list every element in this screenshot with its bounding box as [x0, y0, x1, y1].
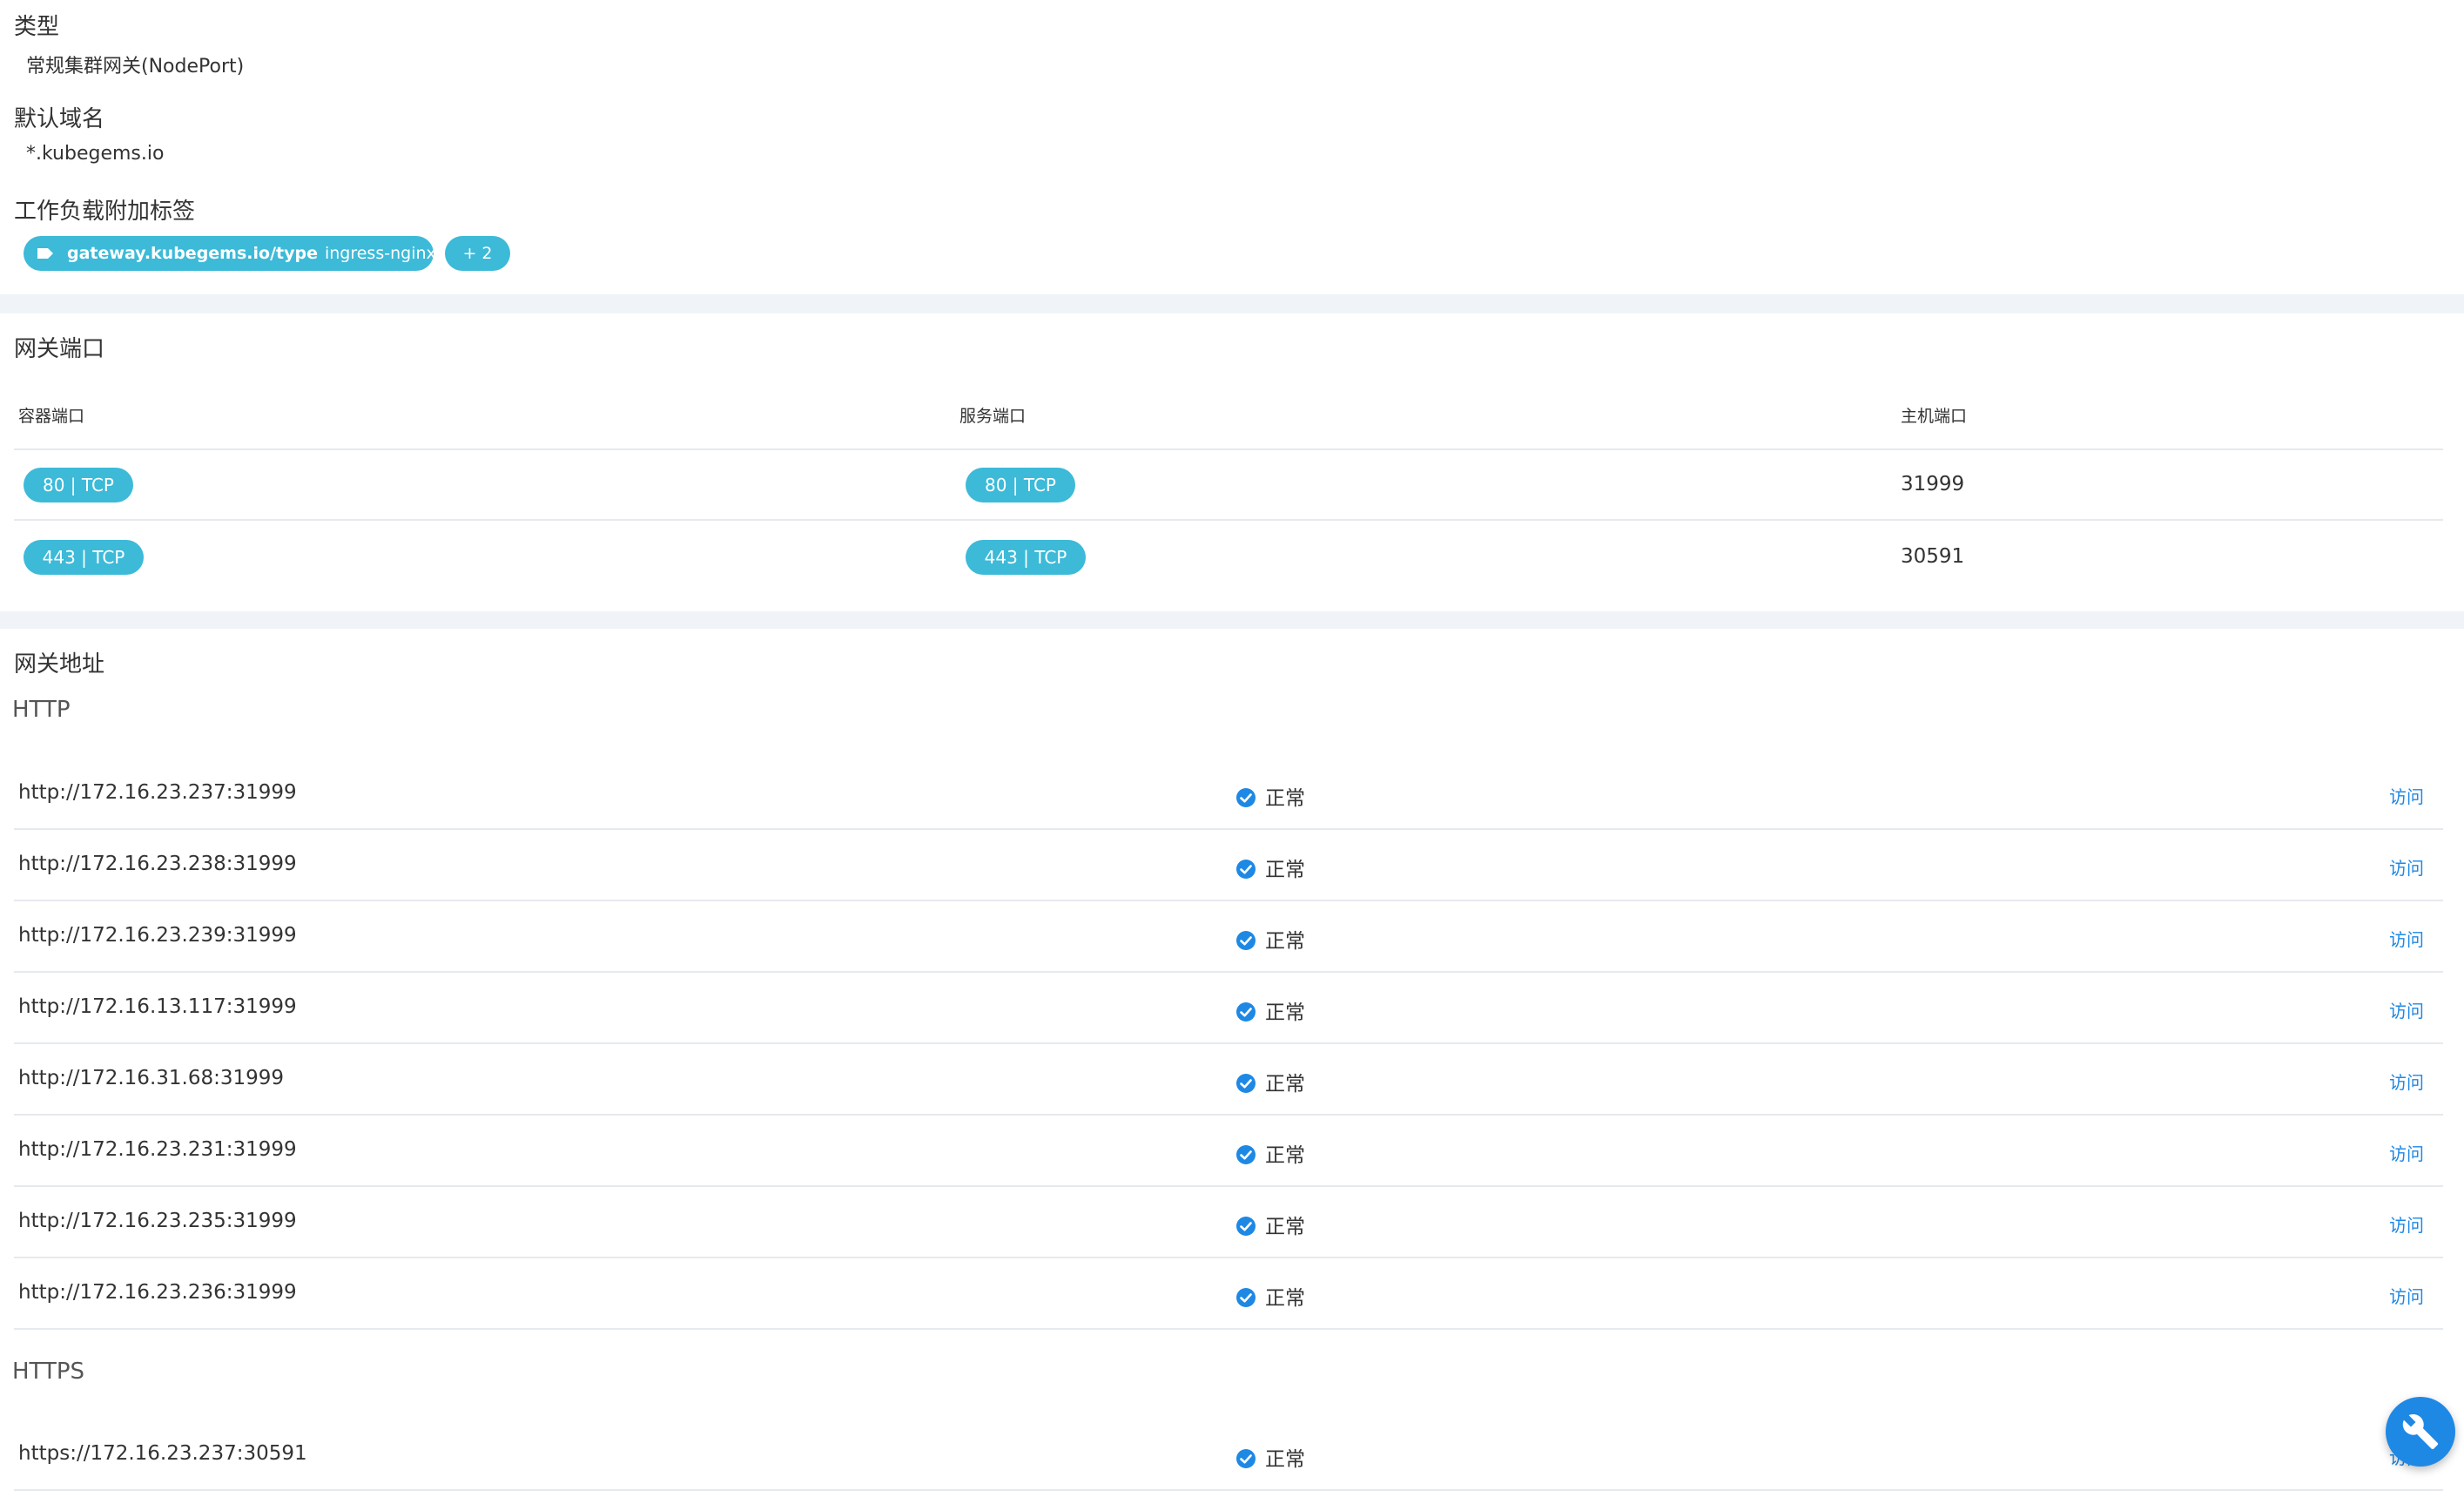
status-text: 正常 — [1265, 1287, 1305, 1310]
check-circle-icon — [1236, 1002, 1256, 1022]
address-url: http://172.16.23.231:31999 — [18, 1138, 297, 1161]
workload-label-chip[interactable]: gateway.kubegems.io/type ingress-nginx — [24, 236, 436, 271]
more-labels-chip[interactable]: + 2 — [445, 236, 510, 271]
address-row: http://172.16.13.117:31999 正常 访问 — [14, 973, 2443, 1044]
table-header-divider — [14, 448, 2443, 450]
address-url: http://172.16.23.236:31999 — [18, 1281, 297, 1304]
status-text: 正常 — [1265, 930, 1305, 953]
address-url: http://172.16.31.68:31999 — [18, 1067, 285, 1089]
gateway-addresses-title: 网关地址 — [14, 651, 105, 678]
address-url: https://172.16.23.237:30591 — [18, 1442, 307, 1465]
status-text: 正常 — [1265, 1448, 1305, 1471]
check-circle-icon — [1236, 860, 1256, 879]
status-indicator: 正常 — [1235, 1138, 1305, 1168]
status-indicator: 正常 — [1235, 853, 1305, 882]
status-text: 正常 — [1265, 1216, 1305, 1238]
host-port-value: 30591 — [1901, 545, 1965, 568]
check-circle-icon — [1236, 788, 1256, 807]
gateway-ports-title: 网关端口 — [14, 336, 105, 362]
section-separator — [0, 611, 2464, 629]
workload-labels-label: 工作负载附加标签 — [14, 199, 196, 225]
row-divider — [14, 1328, 2443, 1330]
default-domain-label: 默认域名 — [14, 106, 105, 132]
gateway-detail-page: 类型 常规集群网关(NodePort) 默认域名 *.kubegems.io 工… — [0, 0, 2464, 1497]
check-circle-icon — [1236, 1145, 1256, 1164]
check-circle-icon — [1236, 1217, 1256, 1236]
visit-link[interactable]: 访问 — [2389, 1069, 2424, 1094]
address-row: http://172.16.23.237:31999 正常 访问 — [14, 759, 2443, 830]
address-url: http://172.16.23.235:31999 — [18, 1210, 297, 1232]
type-label: 类型 — [14, 14, 60, 40]
column-header-container-port: 容器端口 — [18, 407, 85, 426]
status-indicator: 正常 — [1235, 995, 1305, 1025]
type-value: 常规集群网关(NodePort) — [26, 56, 245, 78]
visit-link[interactable]: 访问 — [2389, 926, 2424, 951]
address-row: http://172.16.23.238:31999 正常 访问 — [14, 830, 2443, 901]
host-port-value: 31999 — [1901, 473, 1965, 496]
status-indicator: 正常 — [1235, 1281, 1305, 1311]
row-divider — [14, 1489, 2443, 1491]
address-row: http://172.16.23.235:31999 正常 访问 — [14, 1187, 2443, 1258]
address-url: http://172.16.23.239:31999 — [18, 924, 297, 947]
address-row: http://172.16.23.231:31999 正常 访问 — [14, 1116, 2443, 1187]
workload-label-value: ingress-nginx — [324, 244, 436, 263]
tools-fab-button[interactable] — [2386, 1397, 2455, 1467]
status-text: 正常 — [1265, 859, 1305, 881]
wrench-icon — [2402, 1414, 2439, 1450]
workload-label-key: gateway.kubegems.io/type — [67, 244, 318, 263]
visit-link[interactable]: 访问 — [2389, 997, 2424, 1022]
container-port-chip: 443 | TCP — [24, 540, 144, 575]
tag-icon — [37, 248, 53, 259]
section-separator — [0, 294, 2464, 314]
address-url: http://172.16.23.237:31999 — [18, 781, 297, 804]
address-url: http://172.16.23.238:31999 — [18, 853, 297, 875]
status-indicator: 正常 — [1235, 1067, 1305, 1096]
status-text: 正常 — [1265, 1073, 1305, 1096]
status-text: 正常 — [1265, 787, 1305, 810]
visit-link[interactable]: 访问 — [2389, 1140, 2424, 1165]
http-section-label: HTTP — [12, 697, 71, 723]
address-row: http://172.16.23.239:31999 正常 访问 — [14, 901, 2443, 973]
gateway-info-section: 类型 常规集群网关(NodePort) 默认域名 *.kubegems.io 工… — [0, 0, 2464, 294]
status-indicator: 正常 — [1235, 781, 1305, 811]
status-indicator: 正常 — [1235, 924, 1305, 954]
address-row: http://172.16.23.236:31999 正常 访问 — [14, 1258, 2443, 1330]
address-row: https://172.16.23.237:30591正常访问 — [14, 1419, 2443, 1491]
visit-link[interactable]: 访问 — [2389, 1211, 2424, 1237]
default-domain-value: *.kubegems.io — [26, 143, 165, 165]
column-header-host-port: 主机端口 — [1901, 407, 1968, 426]
status-indicator: 正常 — [1235, 1210, 1305, 1239]
visit-link[interactable]: 访问 — [2389, 783, 2424, 808]
check-circle-icon — [1236, 931, 1256, 950]
address-row: http://172.16.31.68:31999 正常 访问 — [14, 1044, 2443, 1116]
status-text: 正常 — [1265, 1001, 1305, 1024]
visit-link[interactable]: 访问 — [2389, 854, 2424, 880]
check-circle-icon — [1236, 1449, 1256, 1468]
check-circle-icon — [1236, 1074, 1256, 1093]
status-text: 正常 — [1265, 1144, 1305, 1167]
status-indicator: 正常 — [1235, 1442, 1305, 1472]
service-port-chip: 443 | TCP — [966, 540, 1086, 575]
column-header-service-port: 服务端口 — [959, 407, 1027, 426]
check-circle-icon — [1236, 1288, 1256, 1307]
visit-link[interactable]: 访问 — [2389, 1283, 2424, 1308]
service-port-chip: 80 | TCP — [966, 468, 1075, 502]
container-port-chip: 80 | TCP — [24, 468, 133, 502]
table-row-divider — [14, 519, 2443, 521]
address-url: http://172.16.13.117:31999 — [18, 995, 297, 1018]
https-section-label: HTTPS — [12, 1359, 85, 1385]
